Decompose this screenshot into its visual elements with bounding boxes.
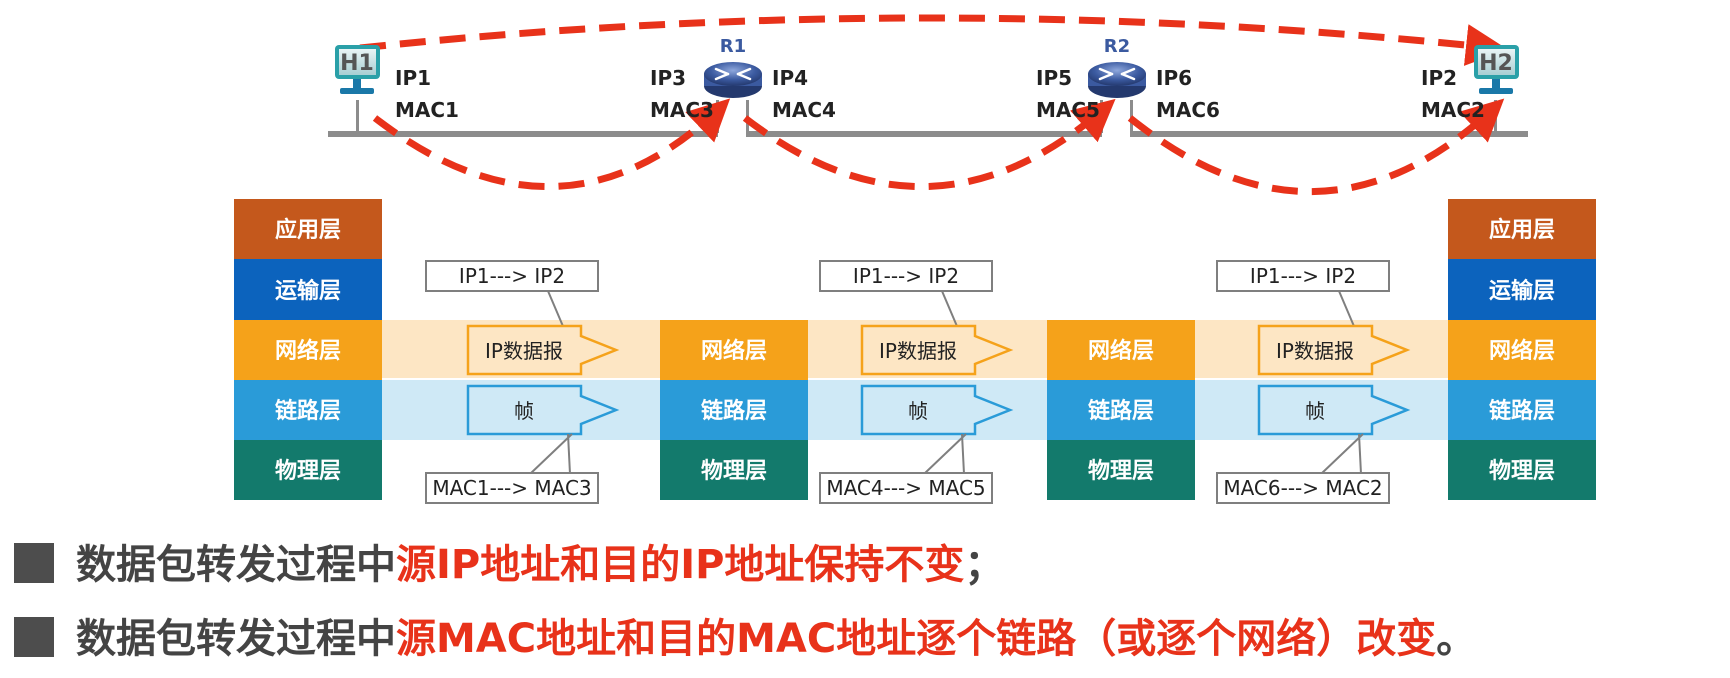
router-r2-left-ip: IP5: [1036, 66, 1072, 90]
network-forwarding-diagram: H1 IP1 MAC1 R1 IP3 MAC3 IP4 MAC4 R2 IP5 …: [234, 14, 1596, 504]
h1-physical-layer: 物理层: [275, 458, 341, 484]
hop-2-ip-callout: IP1---> IP2: [853, 264, 959, 288]
h2-network-layer: 网络层: [1489, 338, 1555, 364]
link-drop-r2-left: [1100, 100, 1103, 133]
hop-3-frame-label: 帧: [1305, 399, 1325, 423]
router-r2: R2: [1088, 36, 1146, 98]
router-r1: R1: [704, 36, 762, 98]
note-2-highlight: 源MAC地址和目的MAC地址逐个链路（或逐个网络）改变: [396, 616, 1437, 662]
r2-link-layer: 链路层: [1088, 398, 1154, 424]
hop-2-frame-label: 帧: [908, 399, 928, 423]
router-r1-right-mac: MAC4: [772, 98, 836, 122]
host-h2-label: H2: [1479, 51, 1513, 76]
h2-transport-layer: 运输层: [1489, 278, 1555, 304]
h1-network-layer: 网络层: [275, 338, 341, 364]
router-r1-label: R1: [720, 36, 746, 57]
h1-application-layer: 应用层: [275, 217, 341, 243]
host-h1-ip: IP1: [395, 66, 431, 90]
host-h2: H2: [1474, 45, 1519, 94]
r2-protocol-stack: 网络层 链路层 物理层: [1047, 320, 1195, 500]
note-2-suffix: 。: [1436, 616, 1477, 662]
note-1-suffix: ；: [964, 542, 1005, 588]
hop-2-mac-callout: MAC4---> MAC5: [826, 476, 985, 500]
r1-link-layer: 链路层: [701, 398, 767, 424]
hop-1-frame-label: 帧: [514, 399, 534, 423]
note-1-prefix: 数据包转发过程中: [76, 542, 396, 588]
square-bullet-icon: [14, 543, 54, 583]
r1-network-layer: 网络层: [701, 338, 767, 364]
link-drop-r1-left: [716, 100, 719, 133]
h1-transport-layer: 运输层: [275, 278, 341, 304]
hop-1-ip-callout: IP1---> IP2: [459, 264, 565, 288]
note-ip-unchanged: 数据包转发过程中源IP地址和目的IP地址保持不变；: [14, 536, 1004, 594]
link-drop-h1: [356, 100, 359, 133]
router-r2-right-ip: IP6: [1156, 66, 1192, 90]
host-h1-mac: MAC1: [395, 98, 459, 122]
r2-network-layer: 网络层: [1088, 338, 1154, 364]
host-h1: H1: [335, 45, 380, 94]
hop-3-packet-label: IP数据报: [1276, 339, 1354, 363]
router-r1-right-ip: IP4: [772, 66, 808, 90]
host-h2-mac: MAC2: [1421, 98, 1485, 122]
h1-link-layer: 链路层: [275, 398, 341, 424]
link-segment-1: [328, 131, 718, 137]
hop-3-mac-callout: MAC6---> MAC2: [1223, 476, 1382, 500]
end-to-end-arc: [359, 14, 1508, 66]
host-h1-label: H1: [340, 51, 374, 76]
r1-physical-layer: 物理层: [701, 458, 767, 484]
router-r2-left-mac: MAC5: [1036, 98, 1100, 122]
square-bullet-icon: [14, 617, 54, 657]
h2-application-layer: 应用层: [1489, 217, 1555, 243]
hop-1-packet-label: IP数据报: [485, 339, 563, 363]
packet-path-arrows: [359, 14, 1508, 195]
router-r2-right-mac: MAC6: [1156, 98, 1220, 122]
link-segment-2: [746, 131, 1102, 137]
hop-2-packet-label: IP数据报: [879, 339, 957, 363]
note-1-highlight: 源IP地址和目的IP地址保持不变: [396, 542, 965, 588]
h2-link-layer: 链路层: [1489, 398, 1555, 424]
router-r2-label: R2: [1104, 36, 1130, 57]
note-2-prefix: 数据包转发过程中: [76, 616, 396, 662]
r1-protocol-stack: 网络层 链路层 物理层: [660, 320, 808, 500]
h2-physical-layer: 物理层: [1489, 458, 1555, 484]
h2-protocol-stack: 应用层 运输层 网络层 链路层 物理层: [1448, 199, 1596, 500]
r2-physical-layer: 物理层: [1088, 458, 1154, 484]
router-r1-left-mac: MAC3: [650, 98, 714, 122]
host-h2-ip: IP2: [1421, 66, 1457, 90]
hop-3-ip-callout: IP1---> IP2: [1250, 264, 1356, 288]
h1-protocol-stack: 应用层 运输层 网络层 链路层 物理层: [234, 199, 382, 500]
link-drop-h2: [1494, 100, 1497, 133]
hop-1-mac-callout: MAC1---> MAC3: [432, 476, 591, 500]
network-links: [328, 100, 1528, 137]
router-r1-left-ip: IP3: [650, 66, 686, 90]
note-mac-changes: 数据包转发过程中源MAC地址和目的MAC地址逐个链路（或逐个网络）改变。: [14, 610, 1476, 668]
